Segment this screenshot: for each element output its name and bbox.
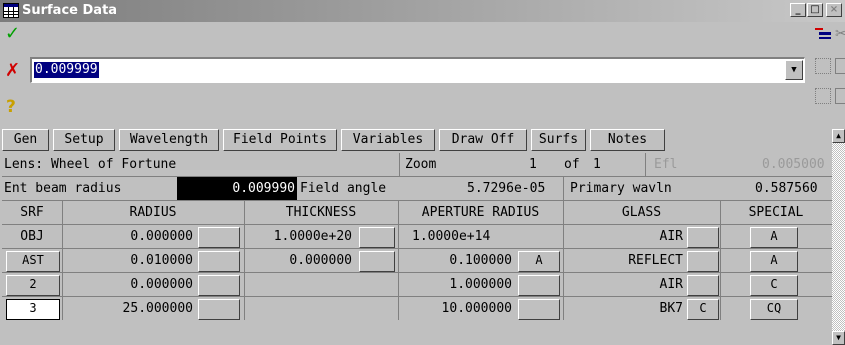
- special-button[interactable]: A: [750, 251, 798, 272]
- cut-icon[interactable]: ✂: [835, 26, 845, 44]
- efl-value: 0.005000: [762, 157, 825, 172]
- glass-button[interactable]: [687, 275, 719, 296]
- glass-cell[interactable]: BK7: [567, 297, 683, 320]
- table-row: 3 25.000000 10.000000 BK7 C CQ: [2, 297, 832, 320]
- glass-cell[interactable]: REFLECT: [567, 249, 683, 272]
- tab-draw-off[interactable]: Draw Off: [439, 129, 527, 151]
- zoom-label: Zoom: [405, 157, 437, 172]
- tab-wavelength[interactable]: Wavelength: [119, 129, 219, 151]
- srf-field[interactable]: 3: [6, 299, 60, 320]
- radius-cell[interactable]: 0.010000: [66, 249, 193, 272]
- field-angle-value[interactable]: 5.7296e-05: [467, 177, 545, 200]
- lens-label: Lens: Wheel of Fortune: [4, 157, 177, 172]
- header-glass: GLASS: [621, 205, 662, 220]
- maximize-button[interactable]: □: [807, 3, 823, 17]
- thickness-variable-button[interactable]: [359, 251, 395, 272]
- tab-notes[interactable]: Notes: [590, 129, 665, 151]
- radius-variable-button[interactable]: [198, 227, 240, 248]
- close-button[interactable]: ×: [826, 3, 842, 17]
- minimize-button[interactable]: _: [790, 3, 806, 17]
- srf-button[interactable]: AST: [6, 251, 60, 272]
- srf-cell[interactable]: OBJ: [2, 225, 62, 248]
- thickness-variable-button[interactable]: [359, 227, 395, 248]
- table-header-row: SRF RADIUS THICKNESS APERTURE RADIUS GLA…: [2, 201, 832, 224]
- primary-wavln-label: Primary wavln: [570, 181, 672, 196]
- glass-button[interactable]: C: [687, 299, 719, 320]
- tab-setup[interactable]: Setup: [53, 129, 115, 151]
- ent-beam-value[interactable]: 0.009990: [177, 177, 297, 200]
- special-button[interactable]: C: [750, 275, 798, 296]
- thickness-cell[interactable]: [248, 273, 352, 296]
- of-label: of: [564, 157, 580, 172]
- thickness-cell[interactable]: [248, 297, 352, 320]
- srf-button[interactable]: 2: [6, 275, 60, 296]
- special-button[interactable]: A: [750, 227, 798, 248]
- of-value[interactable]: 1: [593, 153, 601, 176]
- special-button[interactable]: CQ: [750, 299, 798, 320]
- tab-surfs[interactable]: Surfs: [531, 129, 586, 151]
- radius-variable-button[interactable]: [198, 251, 240, 272]
- radius-cell[interactable]: 0.000000: [66, 225, 193, 248]
- aperture-cell[interactable]: 10.000000: [402, 297, 512, 320]
- header-radius: RADIUS: [129, 205, 177, 220]
- header-srf: SRF: [20, 205, 44, 220]
- input-selected-text: 0.009999: [34, 62, 99, 78]
- header-special: SPECIAL: [748, 205, 804, 220]
- glass-cell[interactable]: AIR: [567, 273, 683, 296]
- thickness-cell[interactable]: 0.000000: [248, 249, 352, 272]
- table-icon[interactable]: [3, 3, 19, 18]
- radius-variable-button[interactable]: [198, 275, 240, 296]
- glass-cell[interactable]: AIR: [567, 225, 683, 248]
- thickness-cell[interactable]: 1.0000e+20: [248, 225, 352, 248]
- ent-beam-label: Ent beam radius: [4, 181, 122, 196]
- window-title: Surface Data: [22, 3, 118, 18]
- paste-icon[interactable]: [835, 88, 845, 104]
- aperture-button[interactable]: [518, 299, 560, 320]
- tab-gen[interactable]: Gen: [2, 129, 49, 151]
- header-aperture-radius: APERTURE RADIUS: [421, 205, 540, 220]
- dropdown-button[interactable]: ▼: [785, 60, 803, 80]
- table-row: OBJ 0.000000 1.0000e+20 1.0000e+14 AIR A: [2, 225, 832, 248]
- aperture-cell[interactable]: 1.000000: [402, 273, 512, 296]
- tab-field-points[interactable]: Field Points: [223, 129, 337, 151]
- radius-cell[interactable]: 0.000000: [66, 273, 193, 296]
- zoom-value[interactable]: 1: [529, 153, 537, 176]
- title-bar[interactable]: Surface Data _ □ ×: [0, 0, 845, 22]
- aperture-button[interactable]: A: [518, 251, 560, 272]
- glass-button[interactable]: [687, 227, 719, 248]
- field-angle-label: Field angle: [300, 181, 387, 196]
- copy-icon[interactable]: [835, 58, 845, 74]
- table-row: 2 0.000000 1.000000 AIR C: [2, 273, 832, 296]
- lens-info-row: Lens: Wheel of Fortune Zoom 1 of 1 Efl 0…: [2, 153, 832, 176]
- select-rows-icon[interactable]: [815, 58, 831, 74]
- glass-button[interactable]: [687, 251, 719, 272]
- efl-label: Efl: [654, 157, 678, 172]
- aperture-button[interactable]: [518, 275, 560, 296]
- scroll-up-button[interactable]: ▲: [832, 129, 845, 143]
- aperture-cell[interactable]: 0.100000: [402, 249, 512, 272]
- header-thickness: THICKNESS: [285, 205, 357, 220]
- help-question-icon[interactable]: ?: [6, 96, 24, 118]
- table-row: AST 0.010000 0.000000 0.100000 A REFLECT…: [2, 249, 832, 272]
- ok-check-icon[interactable]: ✓: [5, 23, 23, 45]
- value-input[interactable]: 0.009999: [30, 57, 805, 83]
- radius-cell[interactable]: 25.000000: [66, 297, 193, 320]
- scroll-down-button[interactable]: ▼: [832, 331, 845, 345]
- aperture-cell[interactable]: 1.0000e+14: [412, 225, 490, 248]
- beam-info-row: Ent beam radius 0.009990 Field angle 5.7…: [2, 177, 832, 200]
- insert-row-icon[interactable]: [815, 28, 831, 42]
- vertical-scrollbar[interactable]: [832, 129, 845, 345]
- primary-wavln-value[interactable]: 0.587560: [755, 177, 818, 200]
- select-block-icon[interactable]: [815, 88, 831, 104]
- tab-variables[interactable]: Variables: [341, 129, 435, 151]
- radius-variable-button[interactable]: [198, 299, 240, 320]
- cancel-x-icon[interactable]: ✗: [5, 60, 23, 82]
